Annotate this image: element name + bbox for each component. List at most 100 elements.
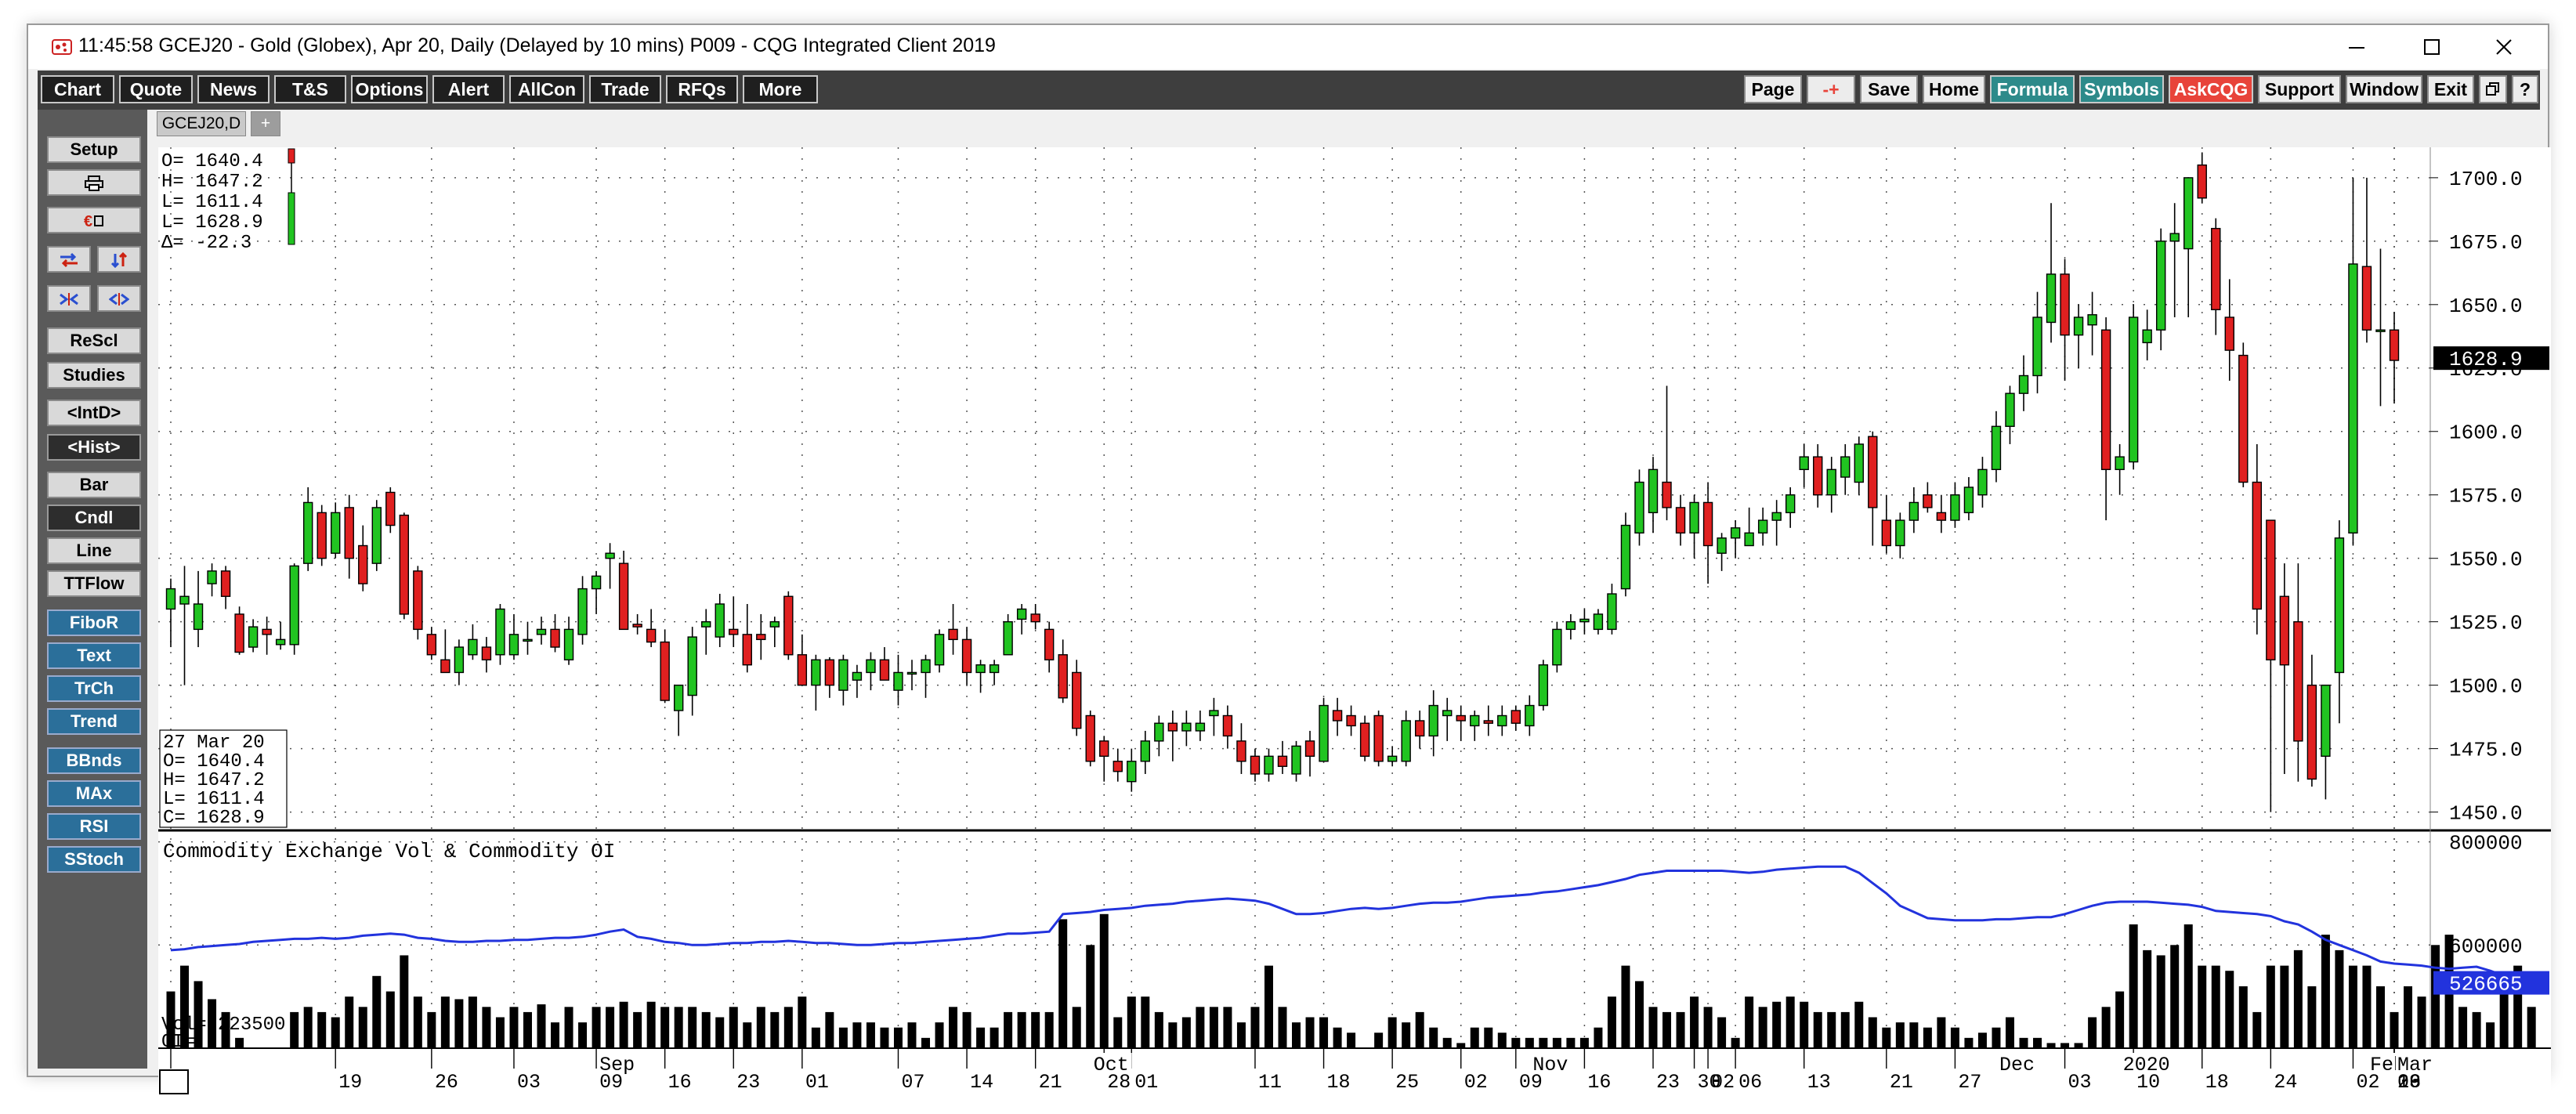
sstoch-button[interactable]: SStoch <box>47 846 141 873</box>
minimize-button[interactable] <box>2321 30 2393 64</box>
toolbar-chart-button[interactable]: Chart <box>41 75 114 103</box>
toolbar-restore-button[interactable] <box>2479 75 2507 103</box>
setup-button[interactable]: Setup <box>47 136 141 163</box>
price-tick-label: 1450.0 <box>2449 802 2523 826</box>
candle-body <box>331 512 341 554</box>
candle-body <box>1085 714 1095 762</box>
toolbar-formula-button[interactable]: Formula <box>1990 75 2075 103</box>
bar-chart-button[interactable]: Bar <box>47 472 141 498</box>
ohlc-readout-line: Δ= -22.3 <box>161 233 251 254</box>
candle-body <box>2252 481 2263 610</box>
toolbar-trade-button[interactable]: Trade <box>589 75 661 103</box>
toolbar-ts-button[interactable]: T&S <box>274 75 346 103</box>
toolbar-news-button[interactable]: News <box>197 75 270 103</box>
toolbar-home-button[interactable]: Home <box>1923 75 1985 103</box>
candle-body <box>1359 722 1370 758</box>
candle-body <box>1757 519 1768 533</box>
candle-body <box>1442 710 1453 717</box>
day-tick-label: 07 <box>901 1071 924 1094</box>
toolbar-page-button[interactable]: Page <box>1744 75 1802 103</box>
day-tick-label: 02 <box>1464 1071 1488 1094</box>
toolbar-alert-button[interactable]: Alert <box>432 75 505 103</box>
volume-bar <box>976 1027 986 1048</box>
volume-bar <box>2417 996 2426 1048</box>
toolbar-exit-button[interactable]: Exit <box>2427 75 2474 103</box>
volume-bar <box>619 1001 628 1048</box>
ttflow-button[interactable]: TTFlow <box>47 570 141 597</box>
historical-button[interactable]: <Hist> <box>47 434 141 461</box>
toolbar-allcon-button[interactable]: AllCon <box>509 75 584 103</box>
fibor-button[interactable]: FiboR <box>47 609 141 636</box>
volume-bar <box>2527 1007 2536 1048</box>
rsi-button[interactable]: RSI <box>47 813 141 840</box>
volume-bar <box>2307 986 2317 1048</box>
candle-body <box>1195 722 1206 732</box>
toolbar-quote-button[interactable]: Quote <box>119 75 193 103</box>
volume-bar <box>1141 996 1150 1048</box>
bbnds-button[interactable]: BBnds <box>47 747 141 774</box>
rescale-button[interactable]: ReScl <box>47 327 141 354</box>
volume-bar <box>372 975 382 1048</box>
candle-body <box>1319 704 1329 762</box>
toolbar-more-button[interactable]: More <box>743 75 818 103</box>
volume-bar <box>1731 1037 1740 1048</box>
trend-button[interactable]: Trend <box>47 708 141 735</box>
volume-bar <box>1031 1011 1040 1048</box>
max-button[interactable]: MAx <box>47 780 141 807</box>
toolbar-window-button[interactable]: Window <box>2346 75 2422 103</box>
toolbar-symbols-button[interactable]: Symbols <box>2079 75 2164 103</box>
add-tab-button[interactable]: + <box>251 111 280 136</box>
volume-bar <box>1072 1007 1081 1048</box>
intraday-button[interactable]: <IntD> <box>47 400 141 426</box>
line-chart-button[interactable]: Line <box>47 537 141 564</box>
candle-body <box>660 641 670 701</box>
studies-button[interactable]: Studies <box>47 362 141 389</box>
volume-bar <box>1758 1007 1767 1048</box>
volume-bar <box>345 996 354 1048</box>
volume-bar <box>537 1004 546 1048</box>
chart-svg[interactable]: 1700.01675.01650.01625.01600.01575.01550… <box>158 147 2551 1095</box>
volume-bar <box>385 991 395 1048</box>
volume-bar <box>1250 1007 1260 1048</box>
volume-bar <box>2348 965 2357 1048</box>
zoom-in-button[interactable] <box>47 285 91 312</box>
candle-body <box>1264 755 1274 775</box>
trch-button[interactable]: TrCh <box>47 675 141 702</box>
currency-button[interactable]: € <box>47 207 141 233</box>
toolbar-askcqg-button[interactable]: AskCQG <box>2169 75 2253 103</box>
scroll-left-button[interactable] <box>47 246 91 273</box>
day-tick-label: 16 <box>668 1071 692 1094</box>
maximize-button[interactable] <box>2396 30 2468 64</box>
candle-body <box>2046 273 2057 324</box>
volume-bar <box>1634 981 1644 1048</box>
volume-bar <box>1181 1017 1191 1048</box>
restore-icon <box>2486 82 2499 96</box>
toolbar-zoom-button[interactable]: -+ <box>1807 75 1855 103</box>
volume-bar <box>783 1007 793 1048</box>
print-button[interactable] <box>47 169 141 196</box>
candle-body <box>2087 314 2097 326</box>
candle-body <box>2197 164 2207 199</box>
volume-bar <box>1168 1022 1178 1048</box>
toolbar-options-button[interactable]: Options <box>351 75 428 103</box>
day-tick-label: 21 <box>1039 1071 1062 1094</box>
candle-body <box>1222 714 1233 737</box>
candle-body <box>1744 532 1754 547</box>
candle-chart-button[interactable]: Cndl <box>47 505 141 531</box>
toolbar-rfqs-button[interactable]: RFQs <box>666 75 738 103</box>
close-button[interactable] <box>2468 30 2540 64</box>
candle-body <box>2005 392 2015 427</box>
volume-bar <box>1895 1022 1905 1048</box>
candle-body <box>1620 524 1631 590</box>
volume-bar <box>880 1027 889 1048</box>
toolbar-help-button[interactable]: ? <box>2512 75 2538 103</box>
scroll-vertical-button[interactable] <box>97 246 141 273</box>
candle-body <box>481 646 492 660</box>
chart-tab-gcej20[interactable]: GCEJ20,D <box>157 111 246 136</box>
toolbar-support-button[interactable]: Support <box>2258 75 2341 103</box>
text-tool-button[interactable]: Text <box>47 642 141 669</box>
toolbar-save-button[interactable]: Save <box>1860 75 1918 103</box>
zoom-out-button[interactable] <box>97 285 141 312</box>
candle-body <box>1607 593 1617 631</box>
candle-body <box>742 634 752 666</box>
